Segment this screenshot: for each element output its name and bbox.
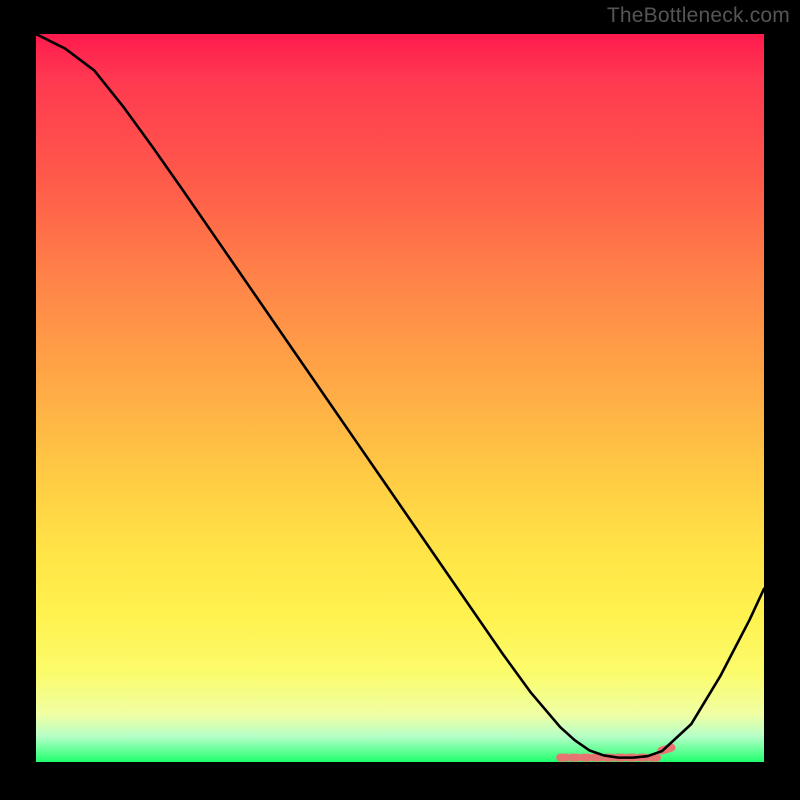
- curve-layer: [36, 34, 764, 762]
- plot-area: [36, 34, 764, 762]
- bottleneck-curve: [36, 34, 764, 758]
- watermark-text: TheBottleneck.com: [607, 4, 790, 28]
- chart-frame: TheBottleneck.com: [0, 0, 800, 800]
